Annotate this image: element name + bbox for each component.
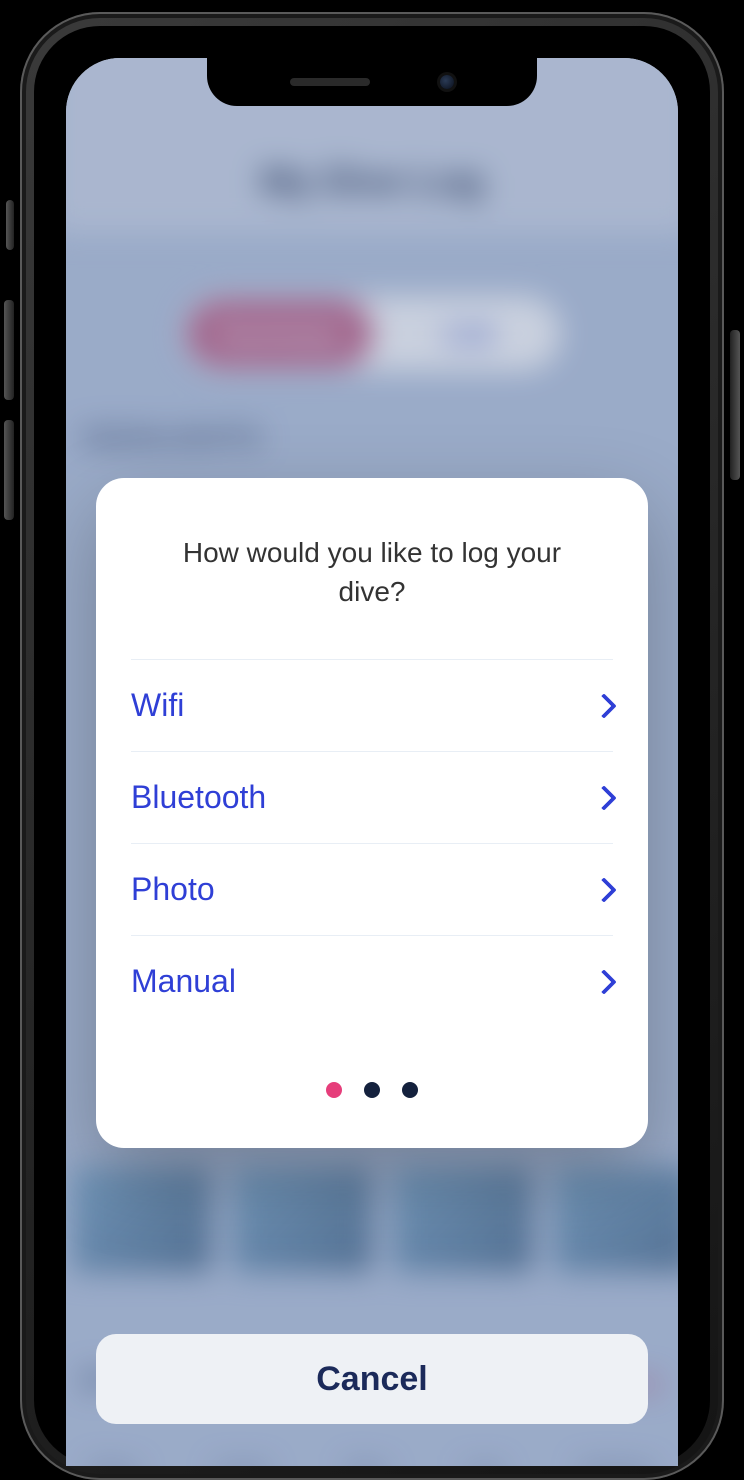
cancel-button[interactable]: Cancel: [96, 1334, 648, 1424]
option-manual[interactable]: Manual: [131, 935, 613, 1027]
log-dive-modal: How would you like to log your dive? Wif…: [96, 478, 648, 1148]
modal-title: How would you like to log your dive?: [131, 533, 613, 611]
volume-up-button: [4, 300, 14, 400]
option-wifi[interactable]: Wifi: [131, 659, 613, 751]
page-indicator: [131, 1082, 613, 1098]
option-bluetooth[interactable]: Bluetooth: [131, 751, 613, 843]
power-button: [730, 330, 740, 480]
page-dot: [402, 1082, 418, 1098]
silence-switch: [6, 200, 14, 250]
page-dot: [364, 1082, 380, 1098]
volume-down-button: [4, 420, 14, 520]
page-dot-active: [326, 1082, 342, 1098]
option-label: Photo: [131, 871, 215, 908]
chevron-right-icon: [591, 969, 616, 994]
chevron-right-icon: [591, 877, 616, 902]
chevron-right-icon: [591, 785, 616, 810]
cancel-label: Cancel: [316, 1360, 428, 1399]
notch: [207, 58, 537, 106]
option-label: Manual: [131, 963, 236, 1000]
front-camera: [440, 75, 454, 89]
chevron-right-icon: [591, 693, 616, 718]
phone-frame: My Dive Log Summary List HIGHLIGHTS MY D…: [20, 12, 724, 1480]
option-photo[interactable]: Photo: [131, 843, 613, 935]
screen: My Dive Log Summary List HIGHLIGHTS MY D…: [66, 58, 678, 1466]
option-label: Bluetooth: [131, 779, 266, 816]
speaker: [290, 78, 370, 86]
option-label: Wifi: [131, 687, 184, 724]
phone-bezel: My Dive Log Summary List HIGHLIGHTS MY D…: [34, 26, 710, 1466]
